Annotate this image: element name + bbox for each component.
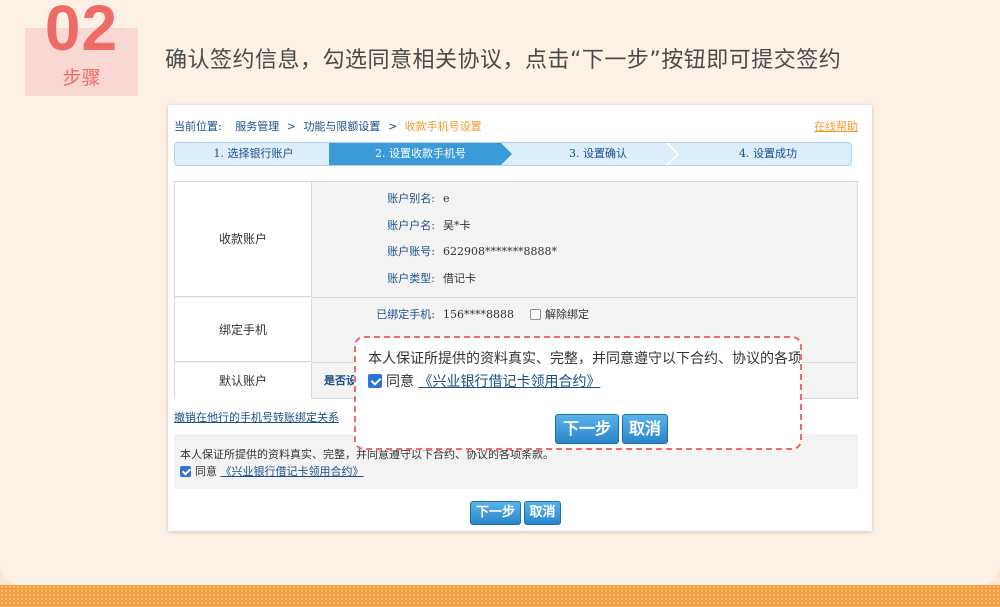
field-key: 账户类型: [387, 272, 435, 285]
field-bound-phone: 已绑定手机: 156****8888 解除绑定 [312, 306, 589, 322]
contract-link[interactable]: 《兴业银行借记卡领用合约》 [221, 465, 364, 478]
online-help-link[interactable]: 在线帮助 [814, 118, 858, 134]
agree-checkbox[interactable] [180, 466, 191, 477]
unbind-label: 解除绑定 [545, 308, 589, 321]
zoom-agreement-row: 同意 《兴业银行借记卡领用合约》 [368, 371, 600, 391]
field-account-name: 账户户名: 吴*卡 [312, 217, 471, 233]
wizard-step-4: 4. 设置成功 [739, 147, 797, 160]
field-default-account: 是否设 [324, 372, 357, 388]
bind-phone-label: 绑定手机 [218, 323, 267, 337]
cancel-button[interactable]: 取消 [524, 501, 561, 525]
field-value: 吴*卡 [443, 219, 471, 232]
zoom-next-button[interactable]: 下一步 [555, 414, 619, 444]
unbind-checkbox[interactable] [530, 309, 541, 320]
field-value: 156****8888 [443, 308, 514, 321]
bind-phone-label-cell: 绑定手机 [175, 298, 312, 362]
field-key: 已绑定手机: [376, 308, 435, 321]
zoom-agreement-text: 本人保证所提供的资料真实、完整，并同意遵守以下合约、协议的各项条 [368, 351, 802, 367]
zoom-contract-link[interactable]: 《兴业银行借记卡领用合约》 [418, 374, 600, 390]
breadcrumb-item-limits[interactable]: 功能与限额设置 [303, 120, 380, 133]
payee-account-label-cell: 收款账户 [175, 182, 312, 297]
wizard-steps: 1. 选择银行账户 2. 设置收款手机号 3. 设置确认 4. 设置成功 [174, 142, 852, 166]
instruction-text: 确认签约信息，勾选同意相关协议，点击“下一步”按钮即可提交签约 [165, 48, 842, 73]
payee-account-label: 收款账户 [218, 232, 267, 246]
wizard-step-3: 3. 设置确认 [569, 147, 627, 160]
field-key: 账户账号: [387, 245, 435, 258]
field-value: e [443, 192, 450, 205]
breadcrumb: 当前位置: 服务管理 > 功能与限额设置 > 收款手机号设置 [174, 118, 486, 134]
field-value: 622908*******8888* [443, 245, 557, 258]
zoom-agree-label: 同意 [386, 374, 414, 390]
field-key: 账户户名: [387, 219, 435, 232]
zoom-callout: 本人保证所提供的资料真实、完整，并同意遵守以下合约、协议的各项条 同意 《兴业银… [354, 336, 802, 450]
field-account-number: 账户账号: 622908*******8888* [312, 243, 557, 259]
step-label: 步骤 [62, 67, 101, 89]
breadcrumb-separator: > [387, 120, 398, 133]
field-value: 借记卡 [443, 272, 476, 285]
next-button[interactable]: 下一步 [470, 501, 521, 525]
wizard-step-2: 2. 设置收款手机号 [329, 143, 512, 165]
screenshot-panel: 当前位置: 服务管理 > 功能与限额设置 > 收款手机号设置 在线帮助 1. 选… [168, 105, 872, 531]
wizard-step-1: 1. 选择银行账户 [213, 147, 294, 160]
field-account-type: 账户类型: 借记卡 [312, 270, 476, 286]
field-key: 账户别名: [387, 192, 435, 205]
agreement-row: 同意 《兴业银行借记卡领用合约》 [180, 463, 364, 479]
zoom-cancel-button[interactable]: 取消 [622, 414, 668, 444]
field-account-alias: 账户别名: e [312, 190, 450, 206]
default-account-label-cell: 默认账户 [175, 363, 312, 399]
default-account-question: 是否设 [324, 374, 357, 387]
revoke-binding-link[interactable]: 撤销在他行的手机号转账绑定关系 [174, 409, 339, 425]
breadcrumb-item-service[interactable]: 服务管理 [235, 120, 279, 133]
default-account-label: 默认账户 [218, 374, 267, 388]
bottom-band [0, 585, 1000, 607]
zoom-agree-checkbox[interactable] [368, 374, 382, 388]
breadcrumb-separator: > [286, 120, 296, 133]
breadcrumb-item-current: 收款手机号设置 [404, 120, 482, 133]
breadcrumb-prefix: 当前位置: [174, 120, 222, 133]
row-divider [312, 297, 857, 298]
agree-label: 同意 [195, 465, 217, 478]
step-number: 02 [44, 0, 119, 64]
